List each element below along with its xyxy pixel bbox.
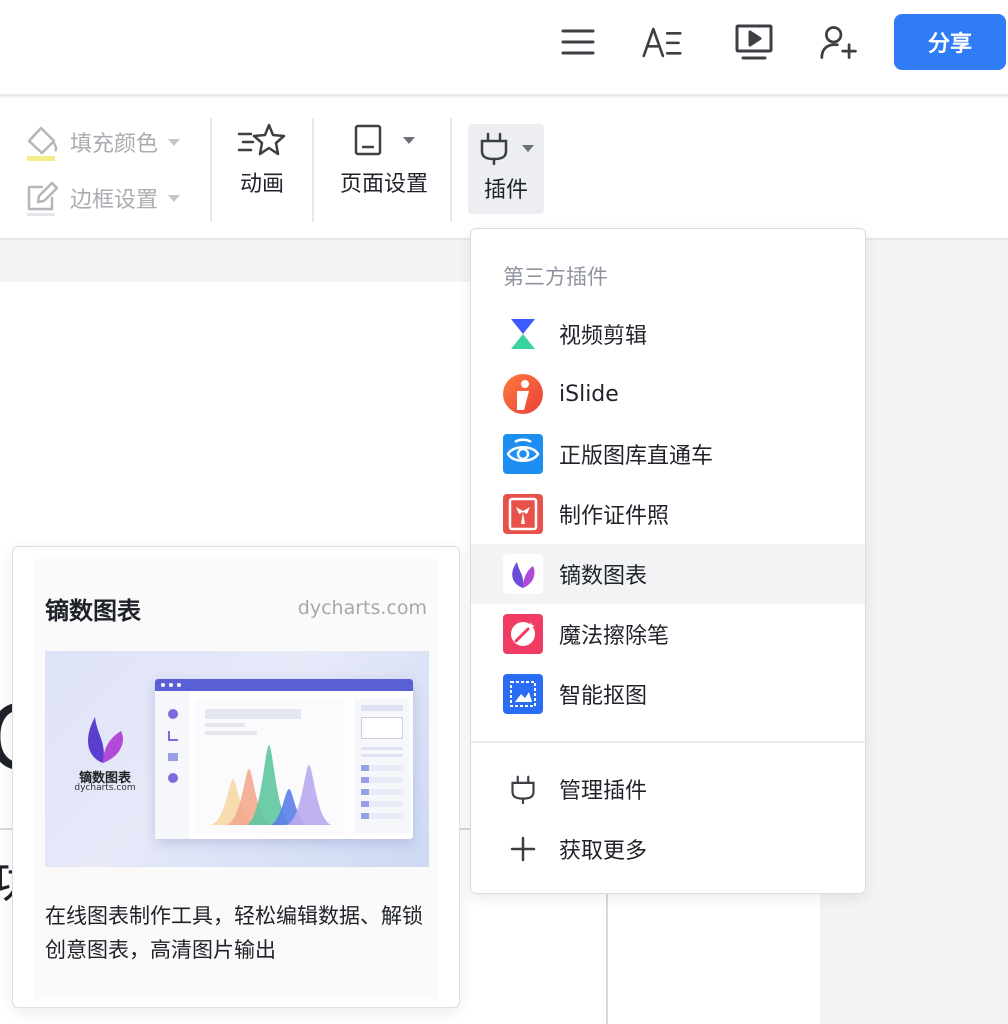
get-more-label: 获取更多 — [559, 839, 648, 864]
third-party-plugins-heading: 第三方插件 — [503, 265, 608, 289]
plug-icon — [480, 132, 508, 165]
menu-item-stock-gallery[interactable]: 正版图库直通车 — [471, 424, 865, 484]
preview-description: 在线图表制作工具，轻松编辑数据、解锁创意图表，高清图片输出 — [45, 904, 423, 962]
menu-item-islide[interactable]: iSlide — [471, 364, 865, 424]
fill-color-control[interactable]: 填充颜色 — [26, 122, 181, 162]
plugin-dropdown-menu: 第三方插件 视频剪辑 iSlide 正版图库直通车 制作证件照 镝数图表 魔法擦… — [470, 228, 866, 894]
plugin-label: 插件 — [483, 178, 528, 203]
fill-bucket-icon — [26, 125, 60, 161]
format-toolbar: 填充颜色 边框设置 动画 页面设置 插件 — [0, 98, 1008, 240]
menu-item-smart-cutout[interactable]: 智能抠图 — [471, 664, 865, 724]
page-setup-button[interactable]: 页面设置 — [334, 122, 434, 198]
chevron-down-icon — [168, 138, 181, 146]
plugin-preview-card: 镝数图表 dycharts.com 镝数图表 dycharts.com 在线图表… — [12, 546, 460, 1008]
menu-item-label: 魔法擦除笔 — [559, 624, 670, 649]
animation-button[interactable]: 动画 — [234, 122, 290, 198]
text-format-icon[interactable] — [642, 22, 682, 62]
border-setting-label: 边框设置 — [70, 188, 159, 213]
chevron-down-icon — [168, 194, 181, 202]
magic-eraser-icon — [503, 614, 543, 654]
share-button[interactable]: 分享 — [894, 14, 1006, 70]
manage-plugins-item[interactable]: 管理插件 — [471, 759, 865, 819]
menu-item-label: 制作证件照 — [559, 504, 670, 529]
chevron-down-icon — [522, 144, 534, 152]
menu-divider — [471, 741, 865, 743]
animation-label: 动画 — [239, 172, 284, 197]
logo-url: dycharts.com — [74, 783, 136, 793]
add-user-icon[interactable] — [820, 22, 860, 62]
preview-title: 镝数图表 — [45, 597, 141, 625]
top-bar: 分享 — [0, 0, 1008, 96]
plus-icon — [503, 829, 543, 869]
toolbar-divider — [210, 118, 212, 222]
star-icon — [237, 123, 286, 156]
page-setup-label: 页面设置 — [339, 172, 428, 197]
menu-item-label: 视频剪辑 — [559, 324, 648, 349]
plugin-button[interactable]: 插件 — [468, 124, 544, 214]
manage-plugins-label: 管理插件 — [559, 779, 648, 804]
plug-icon — [503, 769, 543, 809]
preview-image: 镝数图表 dycharts.com — [45, 651, 429, 867]
dycharts-icon — [503, 554, 543, 594]
slide-divider — [606, 894, 608, 1024]
menu-item-label: 智能抠图 — [559, 684, 648, 709]
pencil-icon — [26, 181, 60, 216]
menu-icon[interactable] — [558, 22, 598, 62]
stock-gallery-icon — [503, 434, 543, 474]
menu-item-magic-eraser[interactable]: 魔法擦除笔 — [471, 604, 865, 664]
dycharts-logo-icon — [88, 717, 123, 763]
present-icon[interactable] — [734, 22, 774, 62]
menu-item-label: iSlide — [559, 381, 619, 407]
menu-item-video-edit[interactable]: 视频剪辑 — [471, 304, 865, 364]
preview-url: dycharts.com — [297, 597, 427, 619]
menu-item-label: 正版图库直通车 — [559, 444, 714, 469]
islide-icon — [503, 374, 543, 414]
id-photo-icon — [503, 494, 543, 534]
menu-item-label: 镝数图表 — [559, 564, 648, 589]
menu-item-id-photo[interactable]: 制作证件照 — [471, 484, 865, 544]
get-more-item[interactable]: 获取更多 — [471, 819, 865, 879]
chevron-down-icon — [403, 136, 415, 144]
toolbar-divider — [312, 118, 314, 222]
menu-item-dycharts[interactable]: 镝数图表 — [471, 544, 865, 604]
border-setting-control[interactable]: 边框设置 — [26, 178, 181, 218]
smart-cutout-icon — [503, 674, 543, 714]
video-edit-icon — [503, 314, 543, 354]
toolbar-divider — [450, 118, 452, 222]
mock-app-window — [155, 679, 413, 839]
page-icon — [354, 124, 382, 156]
fill-color-label: 填充颜色 — [70, 132, 159, 157]
